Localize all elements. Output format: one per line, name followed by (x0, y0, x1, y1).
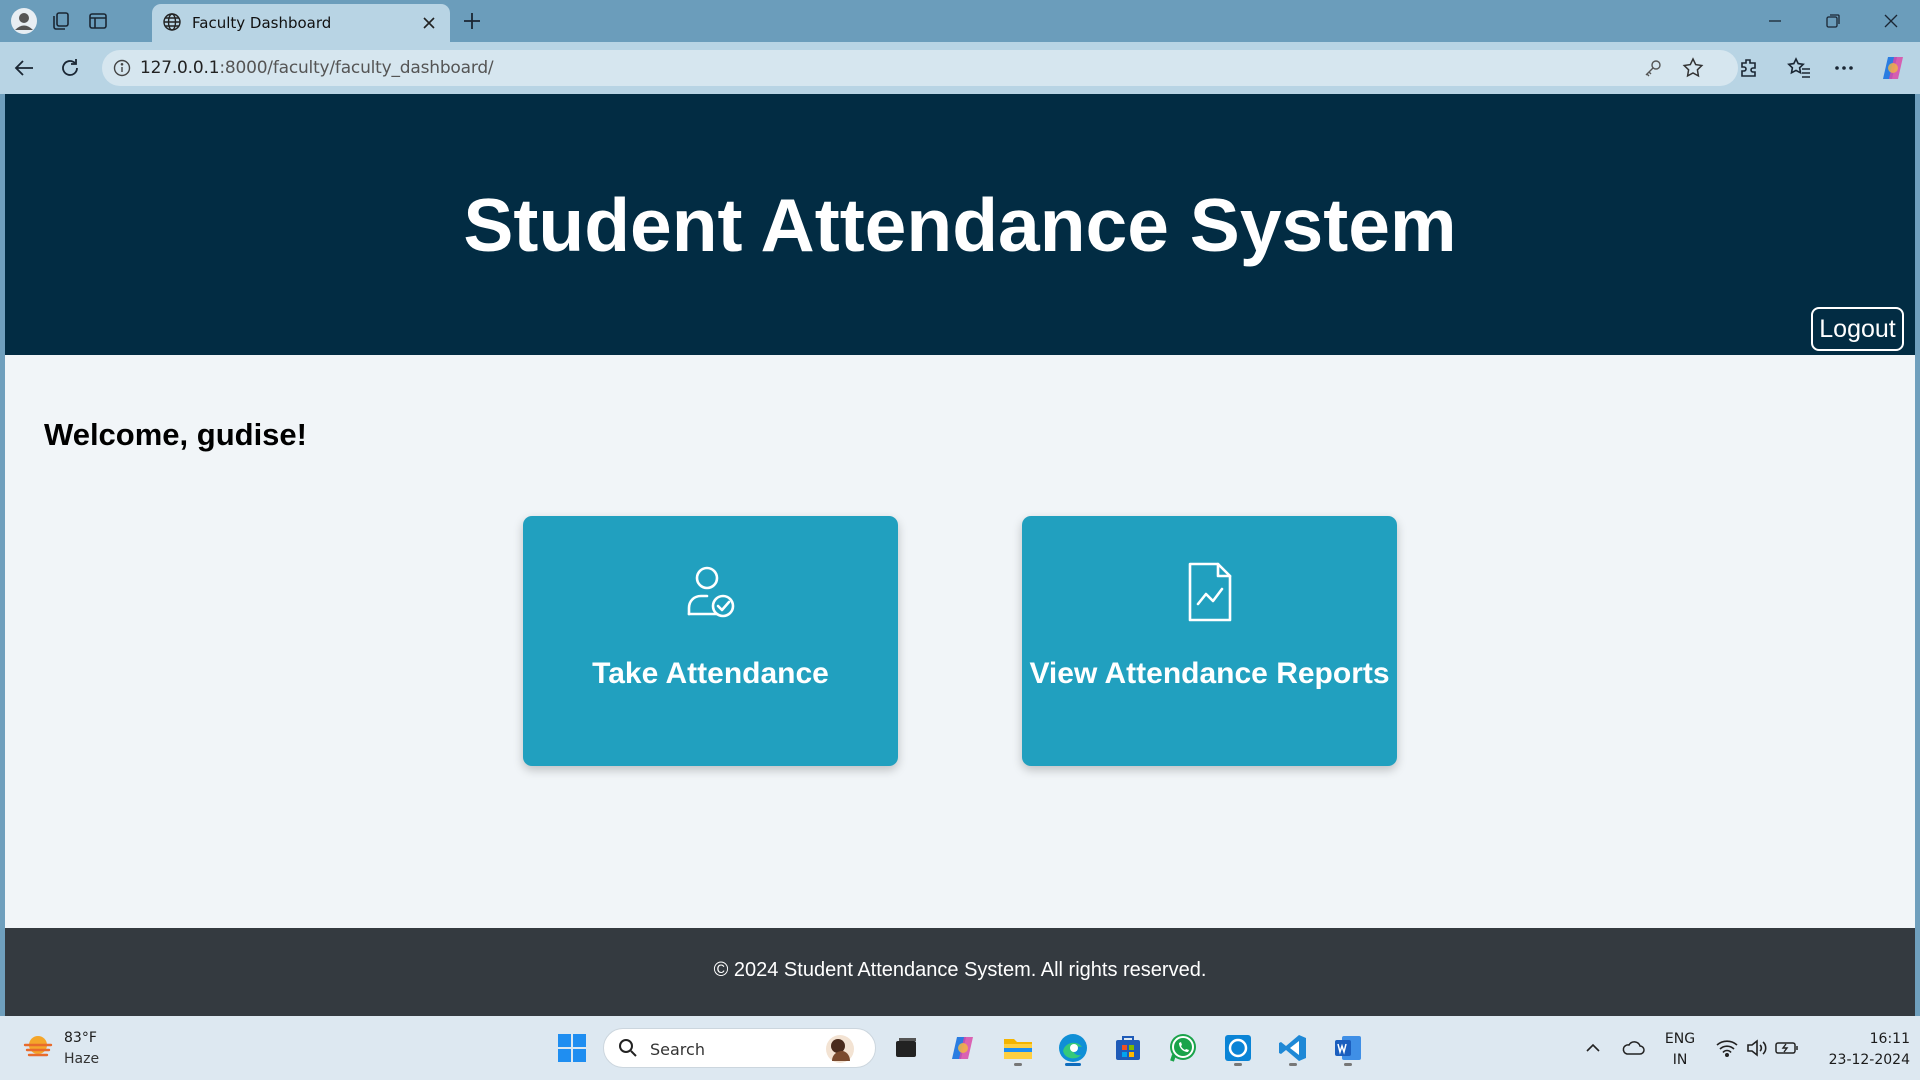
take-attendance-label: Take Attendance (592, 657, 829, 690)
language-bottom[interactable]: IN (1660, 1052, 1700, 1068)
whatsapp-icon[interactable] (1163, 1028, 1203, 1068)
task-view-icon[interactable] (886, 1028, 926, 1068)
close-window-icon[interactable] (1868, 4, 1914, 38)
vertical-tabs-icon[interactable] (82, 5, 114, 37)
view-reports-label: View Attendance Reports (1029, 657, 1390, 690)
minimize-icon[interactable] (1752, 4, 1798, 38)
back-arrow-icon[interactable] (8, 52, 40, 84)
take-attendance-card[interactable]: Take Attendance (523, 516, 898, 766)
microsoft-store-icon[interactable] (1108, 1028, 1148, 1068)
url-path: :8000/faculty/faculty_dashboard/ (219, 58, 494, 78)
logout-button[interactable]: Logout (1811, 307, 1904, 351)
edge-browser-icon[interactable] (1053, 1028, 1093, 1068)
chevron-up-icon[interactable] (1573, 1028, 1613, 1068)
language-top[interactable]: ENG (1660, 1031, 1700, 1047)
search-icon (618, 1038, 638, 1063)
weather-haze-icon[interactable] (22, 1031, 54, 1063)
weather-temp: 83°F (64, 1030, 97, 1046)
browser-tab-bar: Faculty Dashboard (0, 0, 1920, 42)
onedrive-cloud-icon[interactable] (1613, 1028, 1653, 1068)
url-input[interactable]: 127.0.0.1:8000/faculty/faculty_dashboard… (102, 50, 1738, 86)
active-indicator (1065, 1063, 1081, 1066)
more-menu-icon[interactable] (1828, 52, 1860, 84)
running-indicator (1014, 1063, 1022, 1066)
welcome-message: Welcome, gudise! (44, 417, 307, 452)
file-explorer-icon[interactable] (998, 1028, 1038, 1068)
site-info-icon[interactable] (112, 58, 132, 83)
favorites-icon[interactable] (1783, 52, 1815, 84)
active-tab[interactable]: Faculty Dashboard (152, 4, 450, 42)
report-document-icon (1022, 560, 1397, 624)
search-placeholder: Search (650, 1040, 705, 1059)
alexa-app-icon[interactable] (1218, 1028, 1258, 1068)
view-reports-card[interactable]: View Attendance Reports (1022, 516, 1397, 766)
running-indicator (1234, 1063, 1242, 1066)
site-header: Student Attendance System Logout (5, 94, 1915, 355)
copilot-app-icon[interactable] (943, 1028, 983, 1068)
search-highlight-icon (824, 1033, 856, 1070)
tab-title: Faculty Dashboard (192, 14, 332, 32)
clock-time[interactable]: 16:11 (1810, 1031, 1910, 1047)
copilot-icon[interactable] (1877, 52, 1909, 84)
start-windows-icon[interactable] (552, 1028, 592, 1068)
page-title: Student Attendance System (463, 183, 1457, 267)
page-viewport: Student Attendance System Logout Welcome… (5, 94, 1915, 1016)
word-icon[interactable] (1328, 1028, 1368, 1068)
restore-icon[interactable] (1810, 4, 1856, 38)
footer-copyright: © 2024 Student Attendance System. All ri… (713, 959, 1207, 981)
close-tab-icon[interactable] (418, 12, 440, 34)
vscode-icon[interactable] (1273, 1028, 1313, 1068)
key-icon[interactable] (1640, 55, 1666, 81)
profile-icon[interactable] (8, 5, 40, 37)
running-indicator (1289, 1063, 1297, 1066)
url-host: 127.0.0.1 (140, 58, 220, 78)
taskbar-search[interactable]: Search (603, 1028, 876, 1068)
running-indicator (1344, 1063, 1352, 1066)
url-text: 127.0.0.1:8000/faculty/faculty_dashboard… (140, 58, 494, 78)
weather-condition: Haze (64, 1051, 100, 1067)
address-toolbar: 127.0.0.1:8000/faculty/faculty_dashboard… (0, 42, 1920, 94)
favorite-star-icon[interactable] (1680, 55, 1706, 81)
globe-icon (162, 12, 182, 37)
new-tab-icon[interactable] (456, 5, 488, 37)
workspaces-icon[interactable] (45, 5, 77, 37)
taskbar: 83°F Haze Search ENG IN 16:11 23-12-2024 (0, 1016, 1920, 1080)
clock-date[interactable]: 23-12-2024 (1800, 1052, 1910, 1068)
extensions-icon[interactable] (1733, 52, 1765, 84)
refresh-icon[interactable] (54, 52, 86, 84)
user-check-icon (523, 560, 898, 624)
site-footer: © 2024 Student Attendance System. All ri… (5, 928, 1915, 1016)
